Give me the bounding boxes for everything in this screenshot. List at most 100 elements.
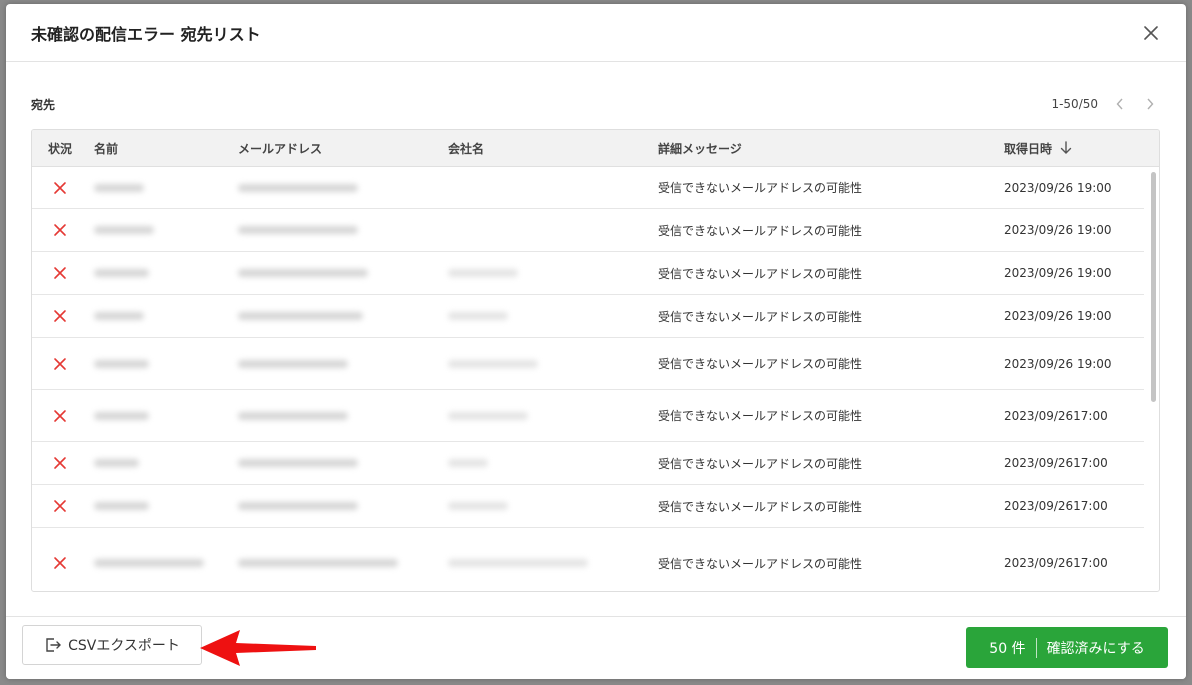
x-icon [54, 357, 66, 370]
table-header: 状況 名前 メールアドレス 会社名 詳細メッセージ 取得日時 [32, 130, 1159, 167]
close-icon [1144, 25, 1158, 40]
date-cell: 2023/09/26 19:00 [1004, 309, 1112, 323]
date-cell: 2023/09/26 19:00 [1004, 356, 1112, 371]
table-row: 受信できないメールアドレスの可能性 2023/09/2617:00 [32, 442, 1144, 485]
table-body: 受信できないメールアドレスの可能性 2023/09/26 19:00 受信できないメ… [32, 167, 1159, 591]
status-cell [53, 295, 67, 337]
csv-export-button[interactable]: CSVエクスポート [22, 625, 202, 665]
name-cell [94, 338, 149, 389]
email-cell [238, 295, 363, 337]
table-row: 受信できないメールアドレスの可能性 2023/09/2617:00 [32, 390, 1144, 442]
company-cell [448, 485, 508, 527]
email-cell [238, 485, 358, 527]
date-cell: 2023/09/26 19:00 [1004, 223, 1112, 237]
x-icon [54, 557, 66, 569]
confirm-label: 確認済みにする [1046, 640, 1145, 657]
header-date: 取得日時 [1004, 141, 1053, 156]
header-date-sort[interactable]: 取得日時 [1004, 130, 1072, 166]
table-row: 受信できないメールアドレスの可能性 2023/09/26 19:00 [32, 295, 1144, 338]
table-scrollbar[interactable] [1151, 172, 1156, 402]
detail-cell: 受信できないメールアドレスの可能性 [658, 309, 863, 324]
section-row: 宛先 1-50/50 [31, 94, 1158, 114]
status-cell [53, 338, 67, 389]
email-cell [238, 528, 398, 591]
header-email: メールアドレス [238, 141, 323, 156]
annotation-arrow-icon [200, 630, 316, 666]
detail-cell: 受信できないメールアドレスの可能性 [658, 456, 863, 471]
status-cell [53, 528, 67, 591]
header-name: 名前 [94, 141, 119, 156]
date-cell: 2023/09/2617:00 [1004, 456, 1108, 470]
status-cell [53, 209, 67, 251]
count-label: 50 件 [989, 640, 1026, 657]
email-cell [238, 209, 358, 251]
name-cell [94, 295, 144, 337]
mark-confirmed-button[interactable]: 50 件 確認済みにする [966, 627, 1168, 668]
recipient-table: 状況 名前 メールアドレス 会社名 詳細メッセージ 取得日時 受信できないメール… [31, 129, 1160, 592]
x-icon [54, 267, 66, 279]
status-cell [53, 390, 67, 441]
company-cell [448, 295, 508, 337]
detail-cell: 受信できないメールアドレスの可能性 [658, 266, 863, 281]
company-cell [448, 338, 538, 389]
modal-title: 未確認の配信エラー 宛先リスト [31, 24, 261, 44]
detail-cell: 受信できないメールアドレスの可能性 [658, 556, 863, 571]
name-cell [94, 528, 204, 591]
name-cell [94, 485, 149, 527]
status-cell [53, 442, 67, 484]
button-divider [1035, 637, 1037, 658]
status-cell [53, 252, 67, 294]
table-row: 受信できないメールアドレスの可能性 2023/09/26 19:00 [32, 252, 1144, 295]
date-cell: 2023/09/2617:00 [1004, 408, 1108, 423]
detail-cell: 受信できないメールアドレスの可能性 [658, 223, 863, 238]
modal-footer: CSVエクスポート 50 件 確認済みにする [6, 616, 1186, 679]
detail-cell: 受信できないメールアドレスの可能性 [658, 357, 863, 371]
email-cell [238, 338, 348, 389]
page-range: 1-50/50 [1051, 97, 1098, 111]
arrow-down-icon [1060, 141, 1072, 154]
next-page-button[interactable] [1142, 96, 1158, 112]
email-cell [238, 442, 358, 484]
email-cell [238, 390, 348, 441]
pagination: 1-50/50 [1051, 96, 1158, 112]
email-cell [238, 252, 368, 294]
error-recipient-modal: 未確認の配信エラー 宛先リスト 宛先 1-50/50 状況 名前 メールアドレス… [6, 4, 1186, 679]
header-detail: 詳細メッセージ [658, 141, 742, 156]
detail-cell: 受信できないメールアドレスの可能性 [658, 409, 863, 423]
x-icon [54, 224, 66, 236]
name-cell [94, 390, 149, 441]
date-cell: 2023/09/26 19:00 [1004, 266, 1112, 280]
company-cell [448, 528, 588, 591]
close-button[interactable] [1140, 22, 1162, 44]
company-cell [448, 390, 528, 441]
name-cell [94, 252, 149, 294]
name-cell [94, 442, 139, 484]
table-row: 受信できないメールアドレスの可能性 2023/09/2617:00 [32, 485, 1144, 528]
date-cell: 2023/09/2617:00 [1004, 499, 1108, 513]
name-cell [94, 209, 154, 251]
table-row: 受信できないメールアドレスの可能性 2023/09/26 19:00 [32, 338, 1144, 390]
chevron-left-icon [1116, 98, 1123, 110]
x-icon [54, 409, 66, 422]
detail-cell: 受信できないメールアドレスの可能性 [658, 181, 863, 195]
modal-header: 未確認の配信エラー 宛先リスト [6, 4, 1186, 62]
detail-cell: 受信できないメールアドレスの可能性 [658, 499, 863, 514]
company-cell [448, 252, 518, 294]
export-icon [46, 638, 62, 652]
table-row: 受信できないメールアドレスの可能性 2023/09/2617:00 [32, 528, 1144, 591]
prev-page-button[interactable] [1112, 96, 1128, 112]
status-cell [53, 485, 67, 527]
date-cell: 2023/09/26 19:00 [1004, 180, 1112, 195]
company-cell [448, 442, 488, 484]
header-company: 会社名 [448, 141, 485, 156]
section-label: 宛先 [31, 97, 56, 112]
table-row: 受信できないメールアドレスの可能性 2023/09/26 19:00 [32, 167, 1144, 209]
chevron-right-icon [1147, 98, 1154, 110]
status-cell [53, 167, 67, 208]
header-status: 状況 [48, 141, 73, 156]
email-cell [238, 167, 358, 208]
date-cell: 2023/09/2617:00 [1004, 556, 1108, 570]
x-icon [54, 310, 66, 322]
csv-export-label: CSVエクスポート [68, 638, 180, 654]
x-icon [54, 500, 66, 512]
